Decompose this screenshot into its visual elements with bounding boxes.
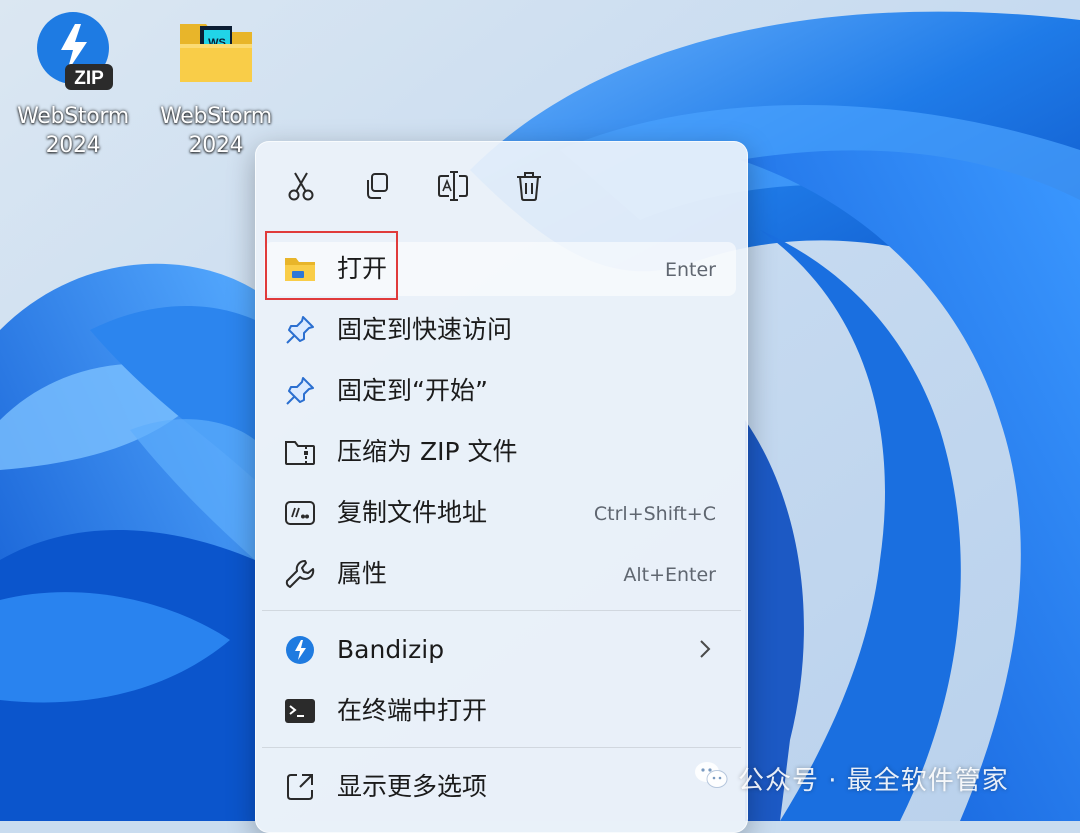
- desktop-icon-webstorm-zip[interactable]: ZIP WebStorm 2024: [8, 10, 138, 160]
- context-menu-toolbar: [256, 142, 747, 230]
- shortcut-text: Alt+Enter: [623, 564, 716, 586]
- wrench-icon: [285, 560, 315, 588]
- menu-item-show-more-options[interactable]: 显示更多选项: [264, 760, 736, 814]
- menu-item-label: 显示更多选项: [337, 772, 488, 801]
- menu-item-copy-path[interactable]: 复制文件地址 Ctrl+Shift+C: [264, 486, 736, 540]
- menu-item-label: 压缩为 ZIP 文件: [337, 437, 518, 466]
- menu-separator: [262, 610, 741, 611]
- menu-item-label: 复制文件地址: [337, 498, 488, 527]
- menu-item-label: 固定到“开始”: [337, 376, 488, 405]
- trash-icon: [517, 172, 541, 201]
- menu-item-pin-start[interactable]: 固定到“开始”: [264, 364, 736, 418]
- menu-item-label: 属性: [337, 559, 388, 588]
- scissors-icon: [288, 172, 314, 201]
- zip-badge-text: ZIP: [74, 68, 104, 89]
- rename-button[interactable]: [431, 164, 475, 208]
- more-options-icon: [287, 774, 313, 800]
- shortcut-text: Ctrl+Shift+C: [593, 503, 716, 525]
- desktop-icon-webstorm-folder[interactable]: WS WebStorm 2024: [151, 10, 281, 160]
- menu-item-open-in-terminal[interactable]: 在终端中打开: [264, 684, 736, 738]
- menu-item-label: 在终端中打开: [337, 696, 488, 725]
- shortcut-text: Enter: [665, 259, 716, 281]
- highlight-box: [265, 231, 398, 300]
- bandizip-zip-icon: ZIP: [37, 12, 113, 90]
- terminal-icon: [285, 699, 315, 723]
- menu-item-label: 固定到快速访问: [337, 315, 513, 344]
- menu-item-pin-quick-access[interactable]: 固定到快速访问: [264, 303, 736, 357]
- zip-folder-icon: [285, 441, 315, 465]
- cut-button[interactable]: [279, 164, 323, 208]
- menu-item-label: Bandizip: [337, 635, 445, 664]
- menu-item-properties[interactable]: 属性 Alt+Enter: [264, 547, 736, 601]
- menu-separator: [262, 747, 741, 748]
- menu-item-compress-zip[interactable]: 压缩为 ZIP 文件: [264, 425, 736, 479]
- chevron-right-icon: [698, 637, 712, 665]
- watermark: 公众号 · 最全软件管家: [694, 760, 1009, 796]
- wechat-icon: [694, 760, 728, 797]
- bandizip-icon: [286, 636, 314, 664]
- pin-icon: [286, 377, 314, 405]
- watermark-text: 公众号 · 最全软件管家: [738, 765, 1009, 796]
- menu-item-bandizip[interactable]: Bandizip: [264, 623, 736, 677]
- delete-button[interactable]: [507, 164, 551, 208]
- folder-icon: WS: [180, 24, 252, 82]
- pin-icon: [286, 316, 314, 344]
- copy-icon: [367, 173, 388, 199]
- path-icon: [285, 501, 315, 525]
- copy-button[interactable]: [355, 164, 399, 208]
- desktop-icon-label: WebStorm 2024: [17, 104, 129, 158]
- rename-icon: [438, 171, 468, 201]
